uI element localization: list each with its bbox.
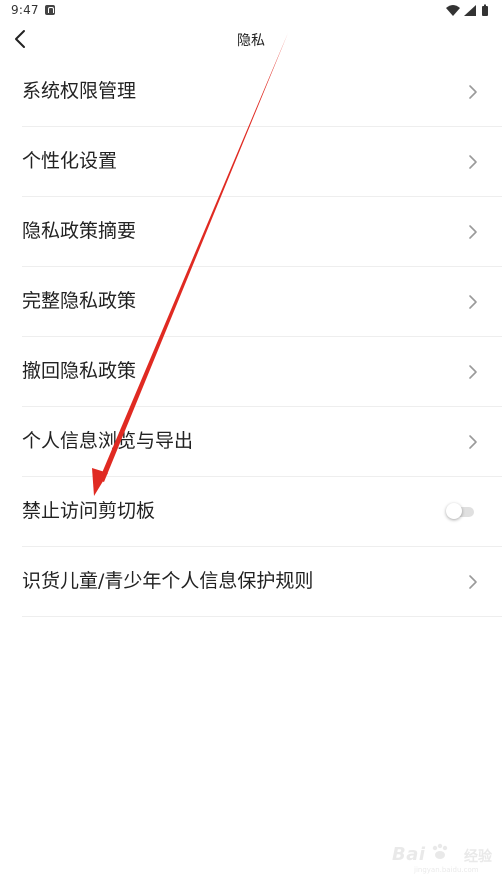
status-icons [444,3,494,19]
chevron-right-icon [466,574,480,590]
settings-item-full-privacy-policy[interactable]: 完整隐私政策 [22,267,502,337]
watermark-logo: Bai 经验 jingyan.baidu.com [392,838,492,874]
chevron-right-icon [466,224,480,240]
watermark-url: jingyan.baidu.com [414,866,479,874]
settings-item-clipboard-block: 禁止访问剪切板 [22,477,502,547]
item-label: 完整隐私政策 [22,290,137,312]
settings-item-system-permissions[interactable]: 系统权限管理 [22,57,502,127]
settings-list: 系统权限管理 个性化设置 隐私政策摘要 完整隐私政策 撤回隐私政策 个人信息浏览… [0,57,502,617]
chevron-right-icon [466,154,480,170]
item-label: 个性化设置 [22,150,118,172]
item-label: 禁止访问剪切板 [22,500,156,522]
settings-item-personal-info-export[interactable]: 个人信息浏览与导出 [22,407,502,477]
item-label: 隐私政策摘要 [22,220,137,242]
settings-item-personalization[interactable]: 个性化设置 [22,127,502,197]
paw-icon [432,843,448,859]
clipboard-block-toggle[interactable] [446,503,474,519]
settings-item-youth-protection-rules[interactable]: 识货儿童/青少年个人信息保护规则 [22,547,502,617]
signal-icon [464,5,476,16]
status-bar: 9:47 [0,0,502,22]
nav-bar: 隐私 [0,22,502,58]
status-time: 9:47 [11,3,39,17]
chevron-right-icon [466,294,480,310]
battery-icon [482,4,488,16]
watermark-sub: 经验 [464,849,492,865]
chevron-right-icon [466,364,480,380]
item-label: 识货儿童/青少年个人信息保护规则 [22,570,314,592]
watermark-brand: Bai [392,844,426,865]
settings-item-withdraw-privacy-policy[interactable]: 撤回隐私政策 [22,337,502,407]
chevron-right-icon [466,84,480,100]
item-label: 个人信息浏览与导出 [22,430,194,452]
item-label: 系统权限管理 [22,80,137,102]
toggle-knob [446,503,462,519]
notification-icon [45,5,55,15]
page-title: 隐私 [237,33,265,49]
chevron-right-icon [466,434,480,450]
wifi-icon [446,5,460,16]
item-label: 撤回隐私政策 [22,360,137,382]
settings-item-privacy-summary[interactable]: 隐私政策摘要 [22,197,502,267]
